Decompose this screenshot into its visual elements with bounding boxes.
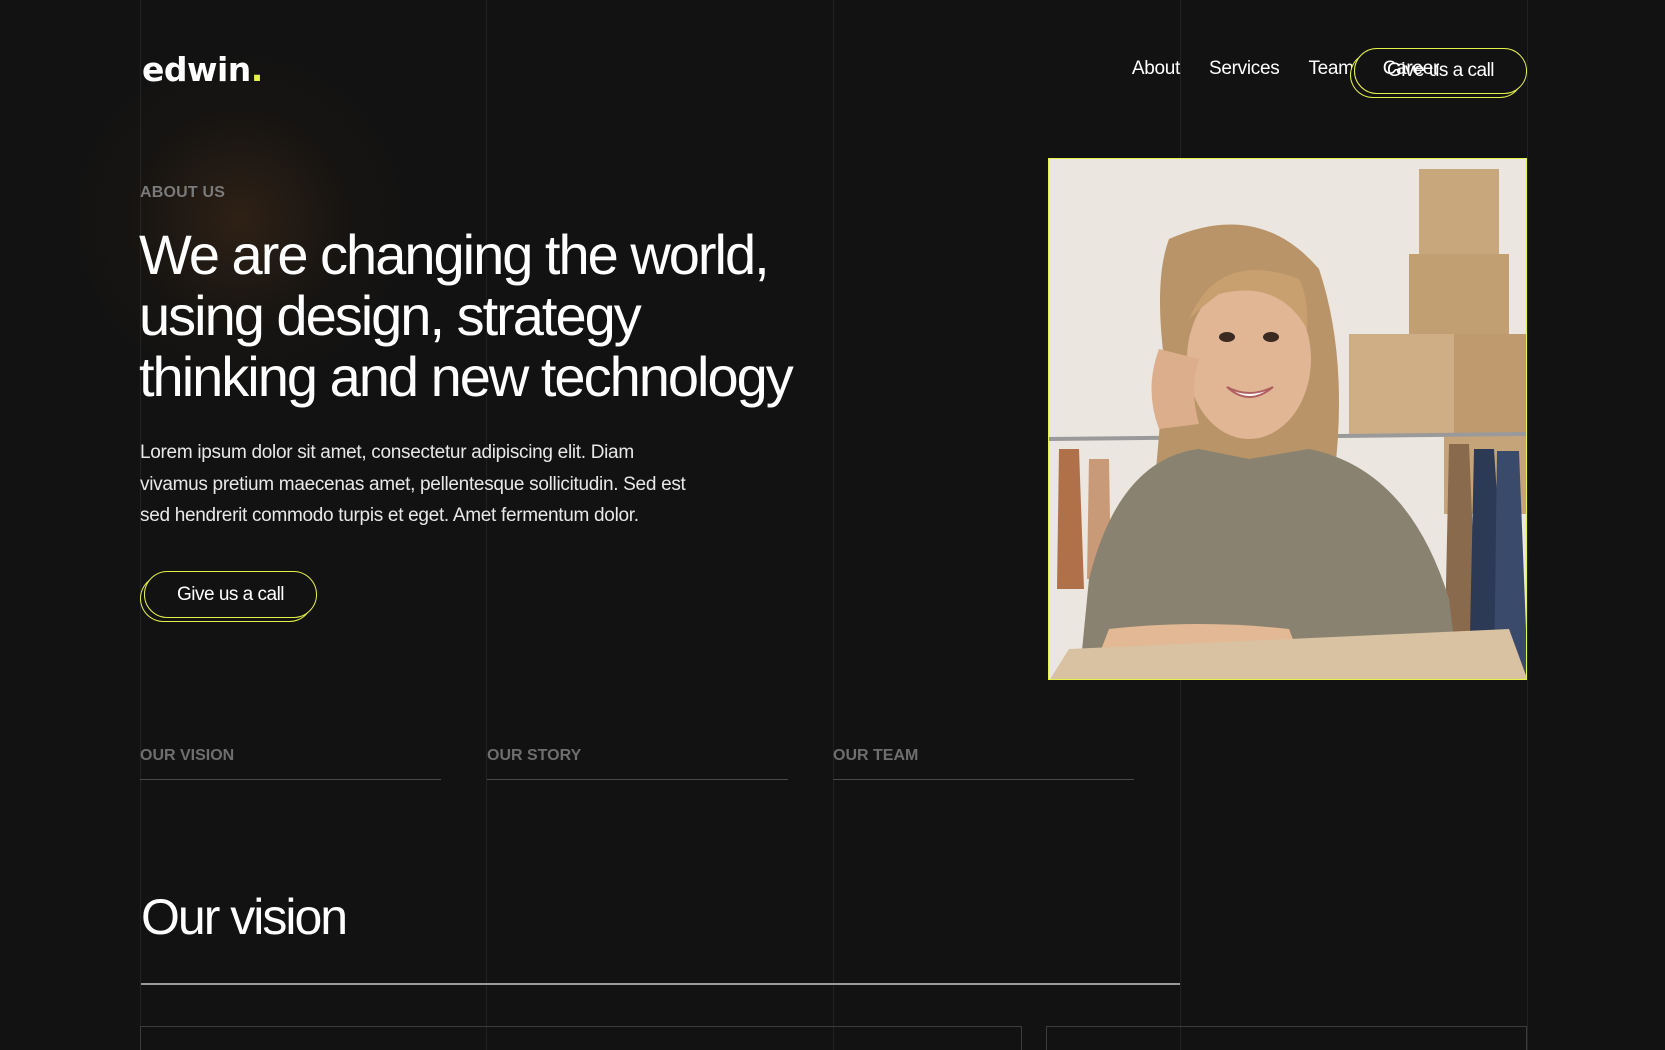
nav-item-team[interactable]: Team [1308, 58, 1354, 80]
headline-line: using design, strategy [139, 284, 642, 347]
tab-our-vision[interactable]: OUR VISION [140, 745, 441, 780]
body-line: vivamus pretium maecenas amet, pellentes… [140, 473, 686, 495]
headline-line: We are changing the world, [139, 223, 770, 286]
nav-item-services[interactable]: Services [1209, 58, 1280, 80]
content-card [1046, 1026, 1527, 1050]
body-line: sed hendrerit commodo turpis et eget. Am… [140, 505, 639, 526]
hero-call-button[interactable]: Give us a call [144, 571, 317, 618]
smiling-woman-portrait [1049, 159, 1526, 679]
content-card [140, 1026, 1022, 1050]
tab-our-team[interactable]: OUR TEAM [833, 745, 1134, 780]
tab-our-story[interactable]: OUR STORY [487, 745, 788, 780]
section-title: Our vision [141, 889, 348, 945]
headline-line: thinking and new technology [139, 345, 794, 408]
logo[interactable]: edwin. [142, 50, 263, 89]
hero-headline: We are changing the world, using design,… [139, 224, 899, 407]
header-call-button[interactable]: Give us a call [1354, 48, 1527, 94]
hero-eyebrow: ABOUT US [140, 184, 226, 201]
hero-photo [1048, 158, 1527, 680]
section-divider [141, 983, 1180, 985]
logo-text: edwin [142, 50, 251, 89]
body-line: Lorem ipsum dolor sit amet, consectetur … [140, 442, 634, 463]
nav-item-about[interactable]: About [1132, 58, 1180, 80]
grid-line [1527, 0, 1528, 1050]
logo-dot: . [250, 50, 264, 89]
hero-body: Lorem ipsum dolor sit amet, consectetur … [140, 437, 720, 532]
grid-line [833, 0, 834, 1050]
